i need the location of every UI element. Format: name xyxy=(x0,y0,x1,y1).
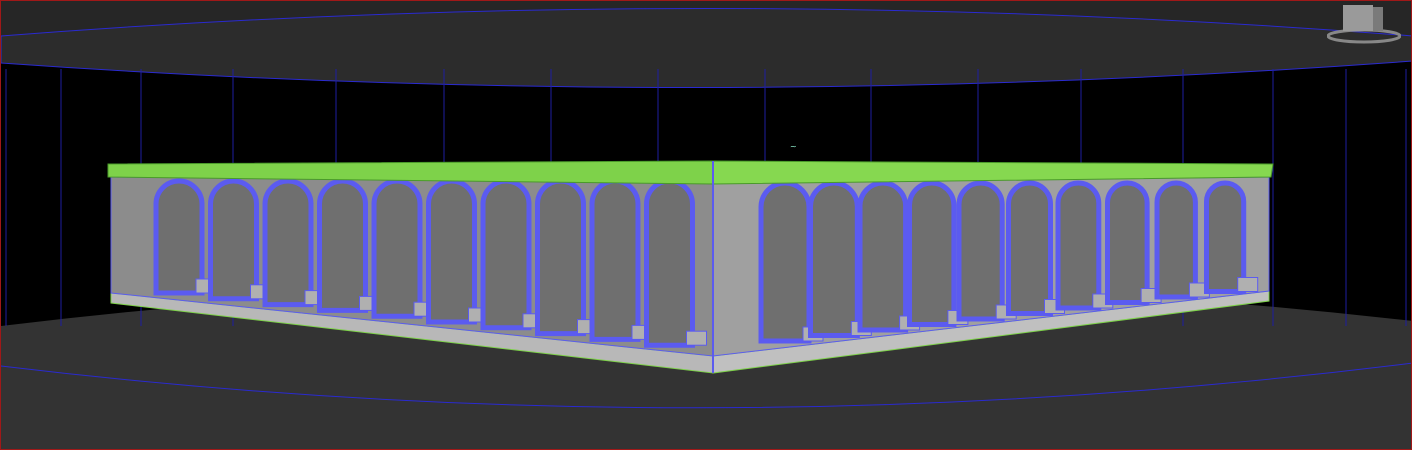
arch xyxy=(208,178,259,302)
arch xyxy=(589,178,641,342)
light-gizmo[interactable]: ~ xyxy=(790,142,797,151)
3d-scene[interactable]: ~ xyxy=(1,1,1412,450)
arch xyxy=(262,178,314,308)
arch xyxy=(153,178,205,296)
arch xyxy=(1006,180,1053,316)
perspective-viewport[interactable]: ~ xyxy=(0,0,1412,450)
arch xyxy=(644,178,695,348)
arch xyxy=(956,180,1005,322)
arch xyxy=(857,180,909,333)
viewcube-icon[interactable] xyxy=(1327,3,1401,45)
arch xyxy=(535,178,586,337)
arch xyxy=(1154,180,1198,300)
arch xyxy=(426,178,477,325)
arch xyxy=(480,178,532,331)
arch xyxy=(1204,180,1247,294)
arch xyxy=(1055,180,1102,311)
arch xyxy=(808,180,860,338)
arch xyxy=(758,180,812,344)
arch xyxy=(317,178,368,313)
pillar-base xyxy=(1237,277,1259,292)
arch xyxy=(371,178,423,319)
arch xyxy=(907,180,957,327)
pillar-base xyxy=(686,330,707,346)
arch xyxy=(1105,180,1150,305)
